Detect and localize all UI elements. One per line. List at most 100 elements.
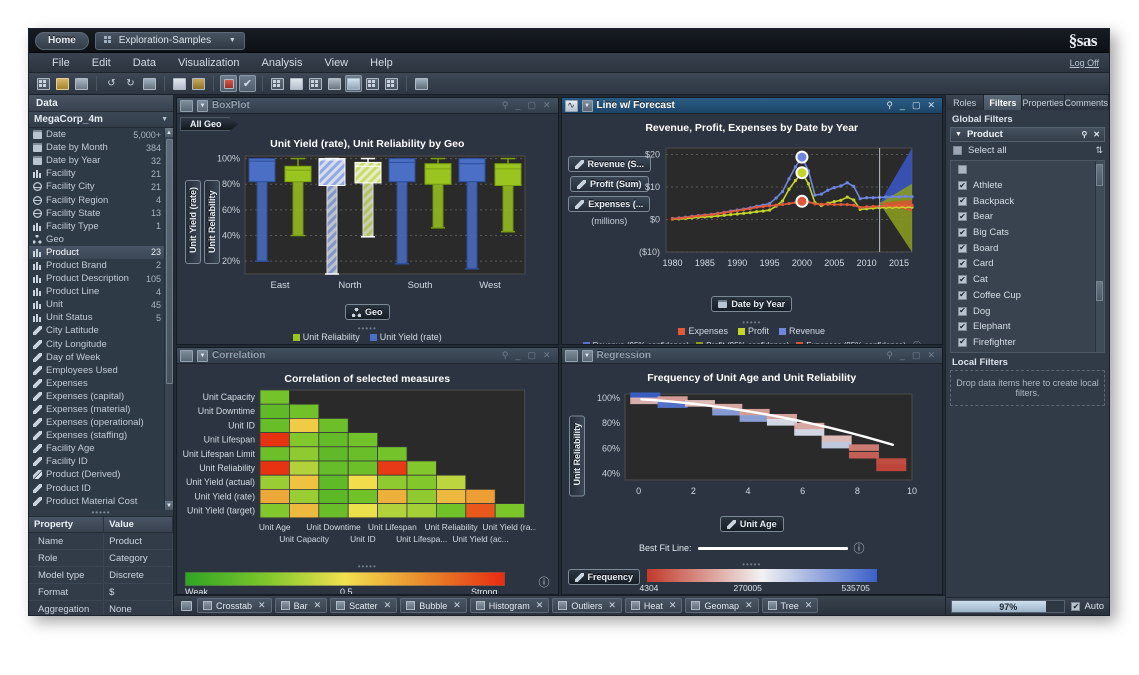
undo-icon[interactable]: ↺ bbox=[103, 75, 120, 92]
maximize-icon[interactable]: ▢ bbox=[912, 100, 921, 111]
filter-checkbox[interactable]: ✔ bbox=[958, 306, 967, 316]
scroll-thumb-a[interactable] bbox=[1096, 164, 1103, 186]
pin-icon[interactable]: ⚲ bbox=[502, 100, 509, 111]
right-tab-comments[interactable]: Comments bbox=[1064, 95, 1109, 110]
filter-item-backpack[interactable]: ✔ Backpack bbox=[951, 193, 1104, 209]
filter-checkbox[interactable]: ✔ bbox=[958, 290, 967, 300]
legend-item[interactable]: Revenue (95% confidence) bbox=[582, 341, 689, 344]
data-item-facility-state[interactable]: Facility State 13 bbox=[29, 207, 164, 220]
data-item-employees-used[interactable]: Employees Used bbox=[29, 364, 164, 377]
filter-checkbox[interactable]: ✔ bbox=[958, 243, 967, 253]
pin-icon[interactable]: ⚲ bbox=[886, 350, 893, 361]
menu-help[interactable]: Help bbox=[359, 57, 404, 69]
filter-checkbox[interactable]: ✔ bbox=[958, 275, 967, 285]
auto-checkbox[interactable]: ✔ bbox=[1071, 602, 1081, 611]
data-item-city-longitude[interactable]: City Longitude bbox=[29, 338, 164, 351]
correlation-canvas[interactable]: Unit Capacity Unit Downtime Unit ID Unit Li… bbox=[177, 386, 536, 566]
chevron-down-icon[interactable]: ▼ bbox=[197, 349, 208, 362]
property-value[interactable]: Product bbox=[103, 532, 173, 550]
viz-tab-heat[interactable]: Heat ✕ bbox=[624, 598, 683, 613]
close-icon[interactable]: ✕ bbox=[608, 600, 616, 611]
close-icon[interactable]: ✕ bbox=[745, 600, 753, 611]
pin-icon[interactable]: ⚲ bbox=[502, 350, 509, 361]
close-icon[interactable]: ✕ bbox=[805, 600, 813, 611]
data-item-expenses-staffing-[interactable]: Expenses (staffing) bbox=[29, 429, 164, 442]
close-icon[interactable]: ✕ bbox=[453, 600, 461, 611]
viz-tab-histogram[interactable]: Histogram ✕ bbox=[469, 598, 550, 613]
pin-icon[interactable]: ⚲ bbox=[886, 100, 893, 111]
menu-analysis[interactable]: Analysis bbox=[251, 57, 314, 69]
close-icon[interactable]: ✕ bbox=[669, 600, 677, 611]
data-list-scrollbar[interactable]: ▲ ▼ bbox=[164, 128, 173, 510]
filter-item-cat[interactable]: ✔ Cat bbox=[951, 272, 1104, 288]
property-value[interactable]: $ bbox=[103, 583, 173, 601]
data-item-list[interactable]: Date 5,000+ Date by Month 384 Date by Year 32… bbox=[29, 128, 173, 510]
chevron-down-icon[interactable]: ▼ bbox=[955, 131, 962, 138]
chart-crosstab-icon[interactable] bbox=[288, 75, 305, 92]
data-item-expenses-operational-[interactable]: Expenses (operational) bbox=[29, 416, 164, 429]
exploration-tab[interactable]: Exploration-Samples ▼ bbox=[94, 31, 245, 50]
category-pill-date-by-year[interactable]: Date by Year bbox=[711, 296, 793, 312]
select-all-checkbox[interactable] bbox=[953, 146, 962, 155]
filter-item-horse[interactable]: ✔Horse bbox=[951, 350, 1104, 352]
chart-geomap-icon[interactable] bbox=[413, 75, 430, 92]
regression-header[interactable]: ▼ Regression ⚲ _ ▢ ✕ bbox=[561, 348, 942, 364]
filter-item-firefighter[interactable]: ✔ Firefighter bbox=[951, 335, 1104, 351]
filter-checkbox[interactable]: ✔ bbox=[958, 196, 967, 206]
filter-scrollbar[interactable] bbox=[1095, 161, 1104, 352]
brush-icon[interactable]: ✔ bbox=[239, 75, 256, 92]
chevron-down-icon[interactable]: ▼ bbox=[197, 99, 208, 112]
property-value[interactable]: Category bbox=[103, 549, 173, 567]
close-icon[interactable]: ✕ bbox=[258, 600, 266, 611]
info-icon[interactable]: ⓘ bbox=[539, 574, 550, 590]
boxplot-header[interactable]: ▼ BoxPlot ⚲ _ ▢ ✕ bbox=[177, 98, 558, 114]
correlation-header[interactable]: ▼ Correlation ⚲ _ ▢ ✕ bbox=[177, 348, 558, 364]
chart-line-icon[interactable] bbox=[345, 75, 362, 92]
filter-item-big-cats[interactable]: ✔ Big Cats bbox=[951, 225, 1104, 241]
chart-scatter-icon[interactable] bbox=[364, 75, 381, 92]
chart-bar-icon[interactable] bbox=[269, 75, 286, 92]
select-icon[interactable] bbox=[220, 75, 237, 92]
viz-tab-geomap[interactable]: Geomap ✕ bbox=[685, 598, 759, 613]
close-icon[interactable]: ✕ bbox=[543, 100, 551, 111]
home-tab[interactable]: Home bbox=[35, 31, 89, 50]
close-icon[interactable]: ✕ bbox=[314, 600, 322, 611]
filter-item-coffee-cup[interactable]: ✔ Coffee Cup bbox=[951, 288, 1104, 304]
panel-resize-dots[interactable]: ••••• bbox=[358, 562, 377, 571]
close-icon[interactable]: ✕ bbox=[1093, 130, 1100, 139]
data-item-expenses[interactable]: Expenses bbox=[29, 377, 164, 390]
close-icon[interactable]: ✕ bbox=[384, 600, 392, 611]
regression-canvas[interactable]: 40% 60% 80% 100% 0 2 4 6 8 10 bbox=[562, 384, 925, 514]
filter-checkbox[interactable]: ✔ bbox=[958, 259, 967, 269]
filter-item[interactable] bbox=[951, 162, 1104, 178]
data-item-day-of-week[interactable]: Day of Week bbox=[29, 351, 164, 364]
filter-checkbox[interactable]: ✔ bbox=[958, 228, 967, 238]
scroll-down-icon[interactable]: ▼ bbox=[164, 501, 173, 510]
right-tab-filters[interactable]: Filters bbox=[984, 95, 1023, 110]
maximize-icon[interactable]: ▢ bbox=[527, 350, 536, 361]
data-item-product-derived-[interactable]: Product (Derived) bbox=[29, 468, 164, 481]
new-icon[interactable] bbox=[35, 75, 52, 92]
legend-item[interactable]: Profit (95% confidence) bbox=[696, 341, 789, 344]
tab-list-icon[interactable] bbox=[178, 597, 194, 614]
close-icon[interactable]: ✕ bbox=[543, 350, 551, 361]
log-off-link[interactable]: Log Off bbox=[1070, 58, 1099, 68]
data-item-unit[interactable]: Unit 45 bbox=[29, 298, 164, 311]
data-item-product-price-actual-[interactable]: Product Price (actual) bbox=[29, 508, 164, 510]
info-icon[interactable]: ⓘ bbox=[913, 340, 921, 344]
data-item-expenses-capital-[interactable]: Expenses (capital) bbox=[29, 390, 164, 403]
data-item-unit-status[interactable]: Unit Status 5 bbox=[29, 311, 164, 324]
filter-item-bear[interactable]: ✔ Bear bbox=[951, 209, 1104, 225]
viz-tab-tree[interactable]: Tree ✕ bbox=[761, 598, 819, 613]
data-item-facility-city[interactable]: Facility City 21 bbox=[29, 180, 164, 193]
export-icon[interactable] bbox=[141, 75, 158, 92]
menu-data[interactable]: Data bbox=[122, 57, 167, 69]
scroll-thumb[interactable] bbox=[165, 139, 173, 384]
chevron-down-icon[interactable]: ▼ bbox=[161, 116, 168, 123]
sort-icon[interactable]: ⇅ bbox=[1095, 145, 1103, 156]
datasource-selector[interactable]: MegaCorp_4m ▼ bbox=[29, 112, 173, 128]
data-item-product-description[interactable]: Product Description 105 bbox=[29, 272, 164, 285]
filter-header-product[interactable]: ▼ Product ⚲ ✕ bbox=[950, 127, 1105, 142]
menu-edit[interactable]: Edit bbox=[81, 57, 122, 69]
local-filters-dropzone[interactable]: Drop data items here to create local fil… bbox=[950, 370, 1105, 406]
